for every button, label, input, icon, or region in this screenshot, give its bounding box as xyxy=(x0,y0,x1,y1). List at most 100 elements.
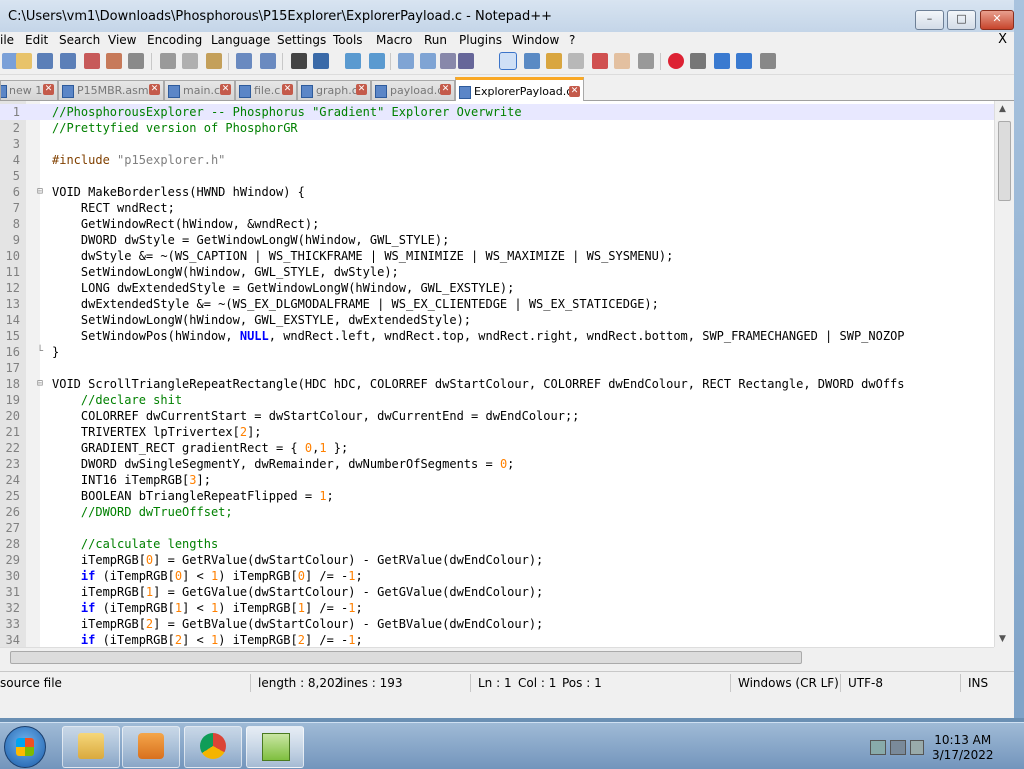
redo-icon[interactable] xyxy=(260,53,276,69)
tab-main-c[interactable]: main.c ✕ xyxy=(164,80,235,100)
code-text-area[interactable]: 1 //PhosphorousExplorer -- Phosphorus "Gr… xyxy=(0,104,994,647)
tab-close-icon[interactable]: ✕ xyxy=(220,84,231,95)
tab-close-icon[interactable]: ✕ xyxy=(440,84,451,95)
menu-run[interactable]: Run xyxy=(424,33,447,47)
save-macro-icon[interactable] xyxy=(760,53,776,69)
code-line[interactable]: 8 GetWindowRect(hWindow, &wndRect); xyxy=(0,216,994,232)
save-all-icon[interactable] xyxy=(60,53,76,69)
code-line[interactable]: 7 RECT wndRect; xyxy=(0,200,994,216)
code-line[interactable]: 21 TRIVERTEX lpTrivertex[2]; xyxy=(0,424,994,440)
code-line[interactable]: 34 if (iTempRGB[2] < 1) iTempRGB[2] /= -… xyxy=(0,632,994,647)
code-line[interactable]: 31 iTempRGB[1] = GetGValue(dwStartColour… xyxy=(0,584,994,600)
taskbar-chrome-button[interactable] xyxy=(184,726,242,768)
minimize-button[interactable]: – xyxy=(915,10,944,30)
tab-close-icon[interactable]: ✕ xyxy=(149,84,160,95)
play-macro-icon[interactable] xyxy=(714,53,730,69)
tab-close-icon[interactable]: ✕ xyxy=(282,84,293,95)
code-line[interactable]: 4 #include "p15explorer.h" xyxy=(0,152,994,168)
document-list-icon[interactable] xyxy=(614,53,630,69)
menu-plugins[interactable]: Plugins xyxy=(459,33,502,47)
zoom-out-icon[interactable] xyxy=(369,53,385,69)
code-line[interactable]: 5 xyxy=(0,168,994,184)
tab-file-c[interactable]: file.c ✕ xyxy=(235,80,297,100)
taskbar-explorer-button[interactable] xyxy=(62,726,120,768)
function-list-icon[interactable] xyxy=(568,53,584,69)
status-eol-format[interactable]: Windows (CR LF) xyxy=(738,676,839,690)
replace-icon[interactable] xyxy=(313,53,329,69)
tab-p15mbr-asm[interactable]: P15MBR.asm ✕ xyxy=(58,80,164,100)
code-line[interactable]: 19 //declare shit xyxy=(0,392,994,408)
fold-marker-icon[interactable]: ⊟ xyxy=(37,376,43,392)
print-icon[interactable] xyxy=(128,53,144,69)
tab-new-1[interactable]: new 1 ✕ xyxy=(0,80,58,100)
menu-tools[interactable]: Tools xyxy=(333,33,363,47)
close-document-x[interactable]: X xyxy=(998,32,1007,47)
status-insert-mode[interactable]: INS xyxy=(968,676,988,690)
scroll-down-arrow-icon[interactable]: ▼ xyxy=(999,634,1006,644)
code-line[interactable]: 17 xyxy=(0,360,994,376)
folder-as-workspace-icon[interactable] xyxy=(592,53,608,69)
start-button[interactable] xyxy=(4,726,46,768)
sync-vertical-icon[interactable] xyxy=(398,53,414,69)
code-line[interactable]: 33 iTempRGB[2] = GetBValue(dwStartColour… xyxy=(0,616,994,632)
code-line[interactable]: 14 SetWindowLongW(hWindow, GWL_EXSTYLE, … xyxy=(0,312,994,328)
stop-macro-icon[interactable] xyxy=(690,53,706,69)
code-line[interactable]: 25 BOOLEAN bTriangleRepeatFlipped = 1; xyxy=(0,488,994,504)
word-wrap-icon[interactable] xyxy=(440,53,456,69)
vertical-scrollbar[interactable]: ▲ ▼ xyxy=(994,101,1013,647)
user-defined-language-icon[interactable] xyxy=(524,53,540,69)
code-line[interactable]: 9 DWORD dwStyle = GetWindowLongW(hWindow… xyxy=(0,232,994,248)
tab-graph-c[interactable]: graph.c ✕ xyxy=(297,80,371,100)
code-line[interactable]: 32 if (iTempRGB[1] < 1) iTempRGB[1] /= -… xyxy=(0,600,994,616)
horizontal-scroll-thumb[interactable] xyxy=(10,651,802,664)
tray-clock[interactable]: 10:13 AM 3/17/2022 xyxy=(932,733,994,763)
save-icon[interactable] xyxy=(37,53,53,69)
menu-language[interactable]: Language xyxy=(211,33,270,47)
menu-file[interactable]: ile xyxy=(0,33,14,47)
paste-icon[interactable] xyxy=(206,53,222,69)
record-macro-icon[interactable] xyxy=(668,53,684,69)
menu-help[interactable]: ? xyxy=(569,33,575,47)
open-file-icon[interactable] xyxy=(16,53,32,69)
fold-marker-icon[interactable]: └ xyxy=(37,344,43,360)
menu-encoding[interactable]: Encoding xyxy=(147,33,202,47)
cut-icon[interactable] xyxy=(160,53,176,69)
tab-close-icon[interactable]: ✕ xyxy=(569,86,580,97)
indent-guide-icon[interactable] xyxy=(499,52,517,70)
code-line[interactable]: 30 if (iTempRGB[0] < 1) iTempRGB[0] /= -… xyxy=(0,568,994,584)
tab-close-icon[interactable]: ✕ xyxy=(43,84,54,95)
code-line[interactable]: 29 iTempRGB[0] = GetRValue(dwStartColour… xyxy=(0,552,994,568)
code-line[interactable]: 10 dwStyle &= ~(WS_CAPTION | WS_THICKFRA… xyxy=(0,248,994,264)
document-map-icon[interactable] xyxy=(546,53,562,69)
code-line[interactable]: 2 //Prettyfied version of PhosphorGR xyxy=(0,120,994,136)
code-line[interactable]: 26 //DWORD dwTrueOffset; xyxy=(0,504,994,520)
close-file-icon[interactable] xyxy=(84,53,100,69)
code-line[interactable]: 6 ⊟ VOID MakeBorderless(HWND hWindow) { xyxy=(0,184,994,200)
sync-horizontal-icon[interactable] xyxy=(420,53,436,69)
volume-icon[interactable] xyxy=(910,740,924,755)
code-line[interactable]: 22 GRADIENT_RECT gradientRect = { 0,1 }; xyxy=(0,440,994,456)
taskbar-notepad-plus-plus-button[interactable] xyxy=(246,726,304,768)
code-line[interactable]: 3 xyxy=(0,136,994,152)
code-line[interactable]: 23 DWORD dwSingleSegmentY, dwRemainder, … xyxy=(0,456,994,472)
menu-macro[interactable]: Macro xyxy=(376,33,412,47)
fold-marker-icon[interactable]: ⊟ xyxy=(37,184,43,200)
code-line[interactable]: 11 SetWindowLongW(hWindow, GWL_STYLE, dw… xyxy=(0,264,994,280)
code-line[interactable]: 12 LONG dwExtendedStyle = GetWindowLongW… xyxy=(0,280,994,296)
horizontal-scrollbar[interactable] xyxy=(0,647,994,666)
monitoring-icon[interactable] xyxy=(638,53,654,69)
undo-icon[interactable] xyxy=(236,53,252,69)
tab-explorerpayload-c[interactable]: ExplorerPayload.c ✕ xyxy=(455,77,584,103)
run-macro-multiple-icon[interactable] xyxy=(736,53,752,69)
maximize-button[interactable]: □ xyxy=(947,10,976,30)
copy-icon[interactable] xyxy=(182,53,198,69)
code-editor[interactable]: 1 //PhosphorousExplorer -- Phosphorus "Gr… xyxy=(0,101,994,647)
code-line[interactable]: 13 dwExtendedStyle &= ~(WS_EX_DLGMODALFR… xyxy=(0,296,994,312)
tab-payload-c[interactable]: payload.c ✕ xyxy=(371,80,455,100)
menu-window[interactable]: Window xyxy=(512,33,559,47)
find-icon[interactable] xyxy=(291,53,307,69)
show-all-characters-icon[interactable] xyxy=(458,53,474,69)
code-line[interactable]: 28 //calculate lengths xyxy=(0,536,994,552)
vertical-scroll-thumb[interactable] xyxy=(998,121,1011,201)
network-icon[interactable] xyxy=(890,740,906,755)
